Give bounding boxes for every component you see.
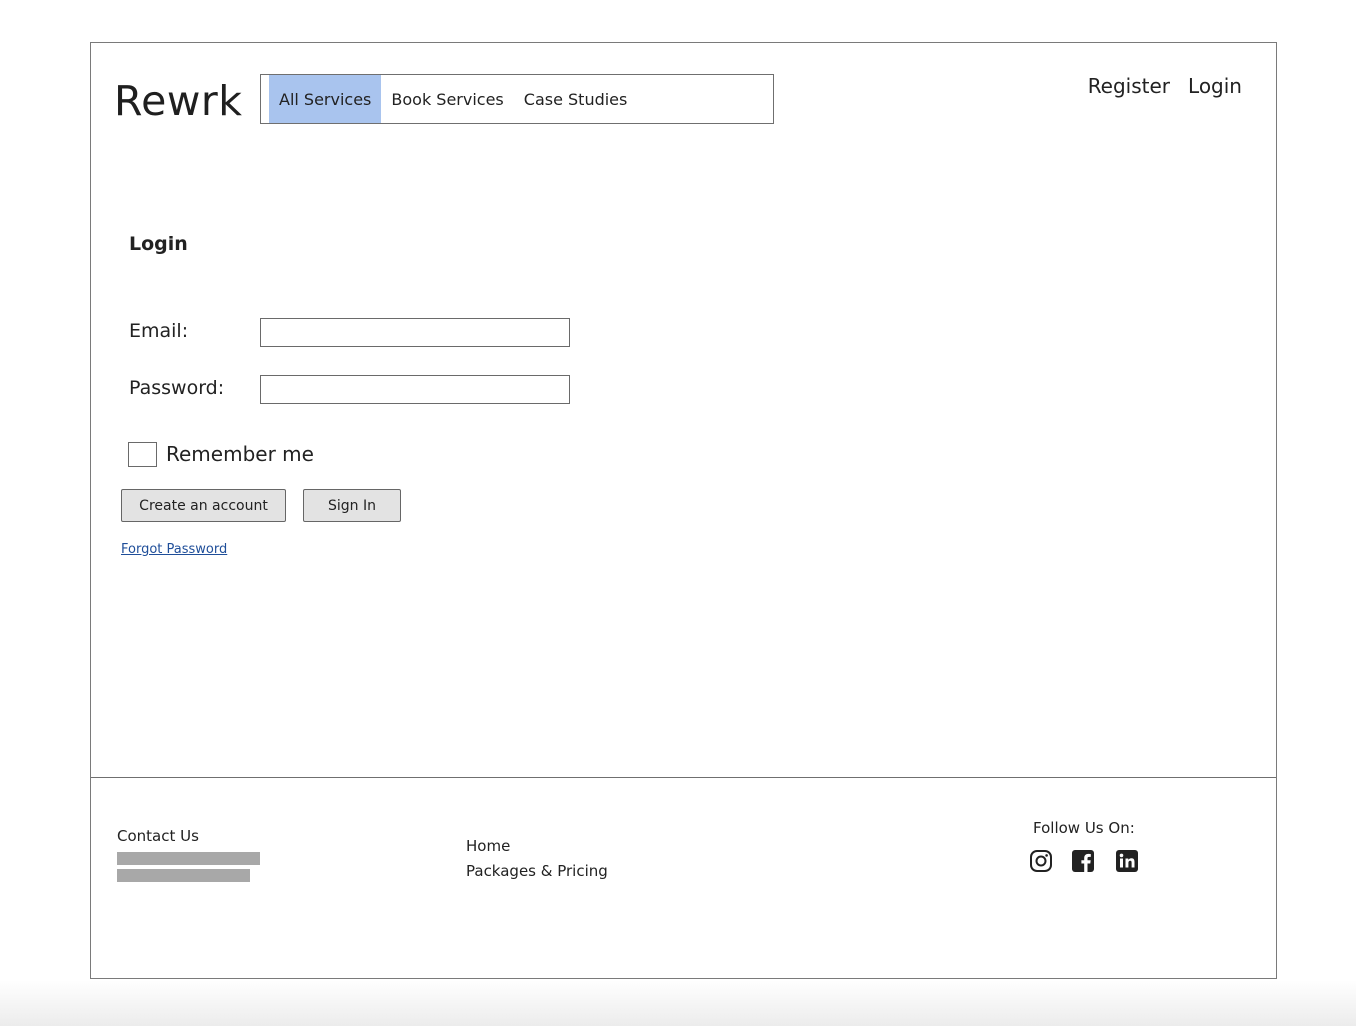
linkedin-icon[interactable] [1115, 849, 1139, 873]
nav-item-book-services[interactable]: Book Services [381, 75, 513, 123]
page-frame: Rewrk All Services Book Services Case St… [90, 42, 1277, 979]
contact-info-placeholder [117, 852, 260, 865]
footer-link-packages-pricing[interactable]: Packages & Pricing [466, 862, 608, 880]
create-account-button[interactable]: Create an account [121, 489, 286, 522]
instagram-icon[interactable] [1029, 849, 1053, 873]
sign-in-button[interactable]: Sign In [303, 489, 401, 522]
login-link[interactable]: Login [1188, 74, 1242, 98]
nav-item-case-studies[interactable]: Case Studies [514, 75, 638, 123]
remember-me-checkbox[interactable] [128, 442, 157, 467]
login-heading: Login [129, 233, 188, 255]
register-link[interactable]: Register [1088, 74, 1170, 98]
facebook-icon[interactable] [1071, 849, 1095, 873]
follow-us-title: Follow Us On: [1033, 819, 1135, 837]
contact-info-placeholder [117, 869, 250, 882]
footer-divider [91, 777, 1276, 778]
forgot-password-link[interactable]: Forgot Password [121, 542, 227, 557]
password-field[interactable] [260, 375, 570, 404]
footer-link-home[interactable]: Home [466, 837, 510, 855]
account-links: Register Login [1088, 74, 1242, 98]
contact-us-title: Contact Us [117, 827, 199, 845]
page-bottom-shade [0, 980, 1356, 1026]
site-logo[interactable]: Rewrk [114, 77, 243, 125]
password-label: Password: [129, 377, 225, 399]
email-field[interactable] [260, 318, 570, 347]
nav-item-all-services[interactable]: All Services [269, 75, 382, 123]
remember-me-label[interactable]: Remember me [166, 442, 314, 466]
nav-bar: All Services Book Services Case Studies [260, 74, 774, 124]
email-label: Email: [129, 320, 189, 342]
